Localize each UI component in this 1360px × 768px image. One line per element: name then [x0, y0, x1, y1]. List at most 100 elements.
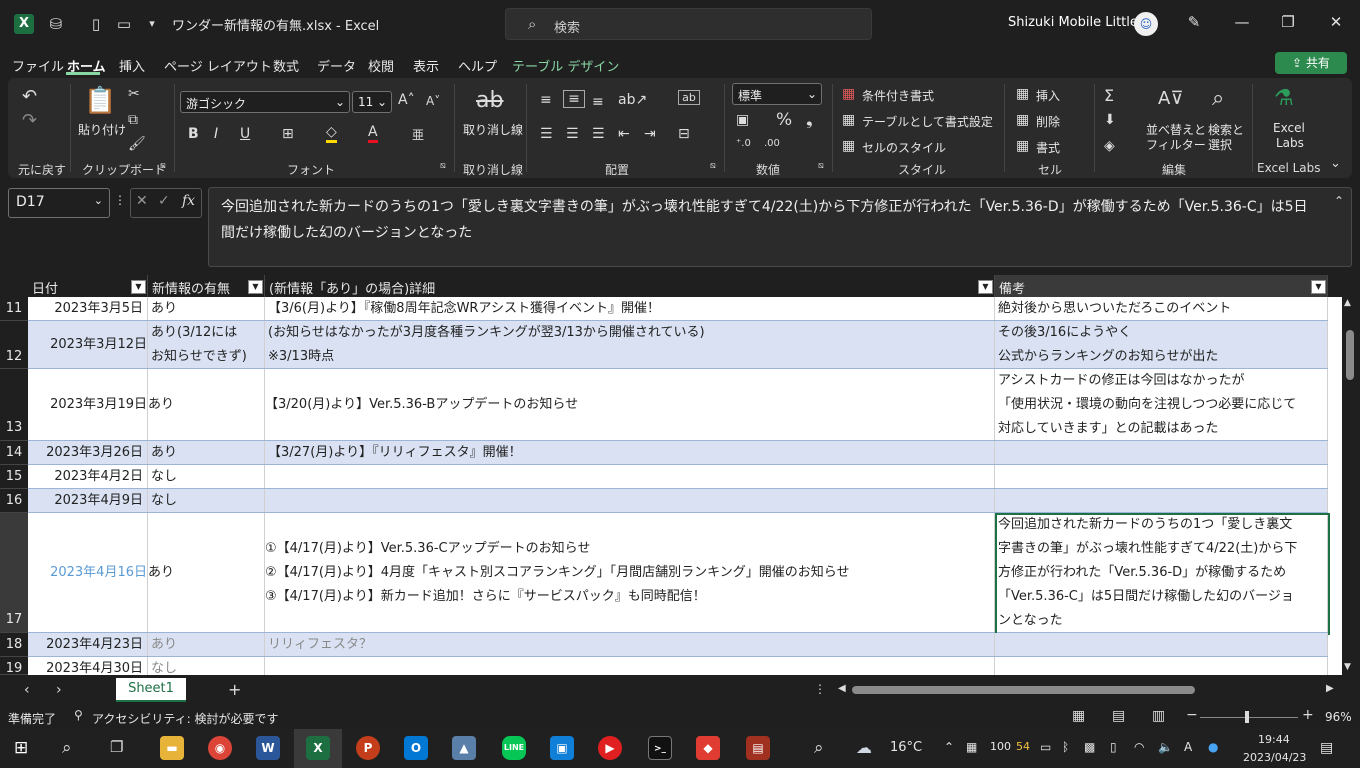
page-layout-view-icon[interactable]: ▤ — [1112, 708, 1125, 724]
decrease-decimal-icon[interactable]: .00 — [764, 138, 780, 149]
row-header[interactable]: 13 — [0, 369, 28, 441]
accessibility-icon[interactable]: ⚲ — [74, 708, 83, 722]
bluetooth-icon[interactable]: ᛒ — [1062, 740, 1069, 754]
paste-label[interactable]: 貼り付け — [78, 121, 126, 138]
windows-start-icon[interactable]: ⊞ — [14, 738, 28, 758]
date-cell[interactable]: 2023年4月30日 — [28, 657, 148, 675]
clock-time[interactable]: 19:44 — [1258, 733, 1290, 746]
strikethrough-icon[interactable]: ab — [476, 88, 503, 113]
align-middle-icon[interactable]: ≡ — [563, 90, 585, 108]
table-row[interactable]: 2023年4月23日 あり リリィフェスタ？ — [28, 633, 1328, 657]
app-tray2-icon[interactable]: ● — [1208, 740, 1218, 754]
autosave-icon[interactable]: ⛁ — [46, 14, 66, 34]
chrome-icon[interactable]: ◉ — [208, 736, 232, 760]
horizontal-scroll-thumb[interactable] — [852, 686, 1195, 694]
date-cell[interactable]: 2023年3月19日 — [28, 369, 148, 440]
ime-mode-icon[interactable]: A — [1184, 740, 1192, 754]
quick-access-dropdown-icon[interactable]: ▾ — [142, 14, 162, 34]
align-center-icon[interactable]: ☰ — [566, 126, 579, 142]
minimize-icon[interactable]: — — [1232, 13, 1252, 33]
volume-icon[interactable]: 🔈 — [1158, 740, 1173, 754]
scroll-up-icon[interactable]: ▲ — [1344, 298, 1351, 308]
file-explorer-icon[interactable]: ▬ — [160, 736, 184, 760]
zoom-level[interactable]: 96% — [1325, 710, 1352, 724]
table-row[interactable]: 2023年3月19日 あり 【3/20(月)より】Ver.5.36-Bアップデー… — [28, 369, 1328, 441]
line-icon[interactable]: LINE — [502, 736, 526, 760]
page-break-view-icon[interactable]: ▥ — [1152, 708, 1165, 724]
scroll-down-icon[interactable]: ▼ — [1344, 662, 1351, 672]
dialog-launcher-icon[interactable]: ⧅ — [160, 161, 166, 171]
detail-cell[interactable] — [265, 465, 995, 488]
prev-sheet-icon[interactable]: ‹ — [24, 682, 30, 698]
cell-style-icon[interactable]: ▦ — [842, 138, 855, 154]
new-file-icon[interactable]: ▯ — [86, 14, 106, 34]
name-box[interactable]: D17 ⌄ — [8, 188, 110, 218]
accessibility-status[interactable]: アクセシビリティ: 検討が必要です — [92, 710, 279, 727]
date-cell[interactable]: 2023年4月23日 — [28, 633, 148, 656]
active-cell-selection[interactable] — [995, 513, 1330, 635]
more-options-icon[interactable]: ⋮ — [114, 193, 126, 207]
has-news-cell[interactable]: あり(3/12には お知らせできず) — [148, 321, 265, 368]
tray-number-2[interactable]: 54 — [1016, 740, 1030, 753]
format-cells-button[interactable]: 書式 — [1036, 139, 1060, 156]
detail-cell[interactable] — [265, 489, 995, 512]
ribbon-collapse-icon[interactable]: ⌄ — [1330, 156, 1341, 171]
tray-number-1[interactable]: 100 — [990, 740, 1011, 753]
delete-cells-icon[interactable]: ▦ — [1016, 112, 1029, 128]
cell-style-button[interactable]: セルのスタイル — [862, 139, 946, 156]
tab-insert[interactable]: 挿入 — [119, 56, 145, 75]
date-cell[interactable]: 2023年4月2日 — [28, 465, 148, 488]
pen-icon[interactable]: ✎ — [1184, 13, 1204, 33]
dialog-launcher-icon[interactable]: ⧅ — [710, 161, 716, 171]
notification-icon[interactable]: ▤ — [1320, 740, 1333, 756]
increase-indent-icon[interactable]: ⇥ — [644, 126, 656, 142]
note-cell[interactable]: 絶対後から思いついただろこのイベント — [995, 297, 1328, 320]
has-news-cell[interactable]: なし — [148, 465, 265, 488]
percent-icon[interactable]: % — [776, 110, 792, 130]
user-name[interactable]: Shizuki Mobile Little — [1008, 15, 1138, 30]
photos-icon[interactable]: ▲ — [452, 736, 476, 760]
italic-icon[interactable]: I — [214, 126, 218, 142]
vertical-scroll-thumb[interactable] — [1346, 330, 1354, 380]
task-view-icon[interactable]: ❐ — [110, 738, 123, 756]
sheet-tab[interactable]: Sheet1 — [116, 678, 186, 702]
formula-input[interactable]: 今回追加された新カードのうちの1つ「愛しき裏文字書きの筆」がぶっ壊れ性能すぎて4… — [208, 187, 1352, 267]
text-orientation-icon[interactable]: ab↗ — [618, 92, 647, 108]
clock-date[interactable]: 2023/04/23 — [1243, 751, 1306, 764]
scroll-left-icon[interactable]: ◀ — [838, 683, 846, 694]
battery-icon[interactable]: ▯ — [1110, 740, 1117, 754]
note-cell[interactable] — [995, 633, 1328, 656]
media-player-icon[interactable]: ▶ — [598, 736, 622, 760]
undo-icon[interactable]: ↶ — [22, 86, 37, 107]
tab-view[interactable]: 表示 — [413, 56, 439, 75]
close-icon[interactable]: ✕ — [1326, 13, 1346, 33]
tab-file[interactable]: ファイル — [12, 56, 64, 75]
excel-taskbar-icon[interactable]: X — [306, 736, 330, 760]
conditional-format-icon[interactable]: ▦ — [842, 86, 855, 102]
font-shrink-icon[interactable]: A˅ — [426, 94, 440, 108]
font-color-icon[interactable]: A — [368, 124, 378, 143]
font-grow-icon[interactable]: A˄ — [398, 92, 415, 108]
word-icon[interactable]: W — [256, 736, 280, 760]
monitor-icon[interactable]: ▭ — [1040, 740, 1051, 754]
enter-icon[interactable]: ✓ — [158, 193, 170, 209]
detail-cell[interactable]: ①【4/17(月)より】Ver.5.36-Cアップデートのお知らせ ②【4/17(… — [265, 513, 995, 632]
format-as-table-button[interactable]: テーブルとして書式設定 — [862, 113, 993, 130]
increase-decimal-icon[interactable]: ⁺.0 — [736, 138, 751, 149]
outlook-icon[interactable]: O — [404, 736, 428, 760]
open-folder-icon[interactable]: ▭ — [114, 14, 134, 34]
insert-cells-button[interactable]: 挿入 — [1036, 87, 1060, 104]
wrap-text-icon[interactable]: ab — [678, 90, 700, 105]
tab-help[interactable]: ヘルプ — [458, 56, 497, 75]
detail-cell[interactable]: 【3/6(月)より】『稼働8周年記念WRアシスト獲得イベント』開催！ — [265, 297, 995, 320]
weather-temperature[interactable]: 16°C — [890, 740, 922, 755]
filter-dropdown-icon[interactable]: ▼ — [978, 280, 993, 294]
table-row[interactable]: 2023年3月12日 あり(3/12には お知らせできず) (お知らせはなかったが… — [28, 321, 1328, 369]
border-icon[interactable]: ⊞ — [282, 126, 294, 142]
more-options-icon[interactable]: ⋮ — [814, 682, 826, 696]
table-row[interactable]: 2023年4月9日 なし — [28, 489, 1328, 513]
row-header[interactable]: 19 — [0, 657, 28, 676]
font-size-select[interactable]: 11 ⌄ — [352, 91, 392, 113]
insert-function-icon[interactable]: fx — [182, 193, 195, 209]
align-left-icon[interactable]: ☰ — [540, 126, 553, 142]
